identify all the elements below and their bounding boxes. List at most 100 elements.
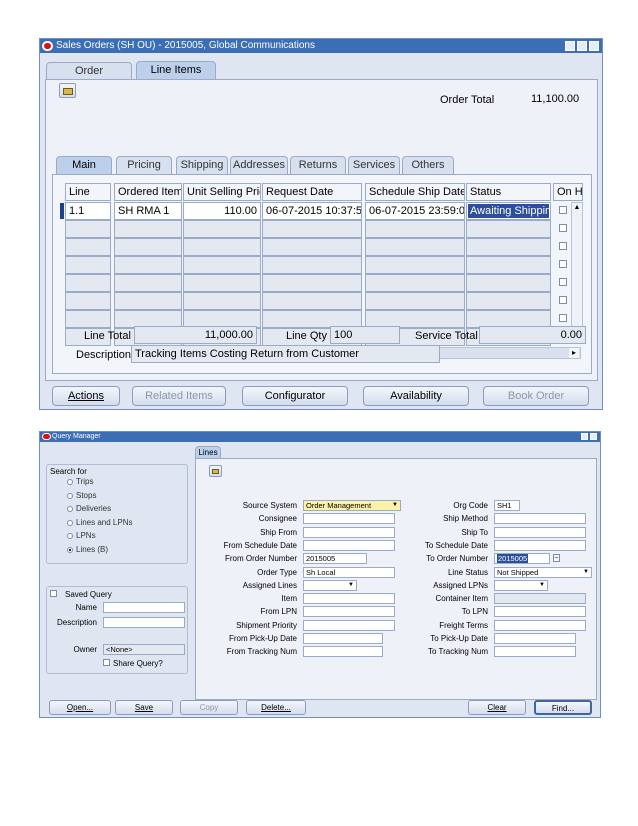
empty-cell[interactable]: [183, 238, 261, 256]
empty-cell[interactable]: [114, 292, 182, 310]
left-field-input[interactable]: Sh Local: [303, 566, 395, 578]
radio-button[interactable]: [67, 492, 73, 499]
left-field-input[interactable]: [303, 646, 383, 658]
book-order-button[interactable]: Book Order: [483, 386, 589, 406]
right-field-input[interactable]: [494, 646, 576, 658]
empty-cell[interactable]: [183, 256, 261, 274]
empty-cell[interactable]: [262, 238, 362, 256]
empty-cell[interactable]: [65, 238, 111, 256]
folder-icon[interactable]: [209, 465, 222, 477]
empty-cell[interactable]: [262, 256, 362, 274]
delete-button[interactable]: Delete...: [246, 700, 306, 715]
subtab-pricing[interactable]: Pricing: [116, 156, 172, 174]
empty-cell[interactable]: [65, 256, 111, 274]
empty-cell[interactable]: [466, 238, 551, 256]
actions-button[interactable]: Actions: [52, 386, 120, 406]
minimize-icon[interactable]: [565, 41, 575, 51]
empty-cell[interactable]: [262, 292, 362, 310]
configurator-button[interactable]: Configurator: [242, 386, 348, 406]
on-hold-checkbox[interactable]: [559, 260, 567, 268]
close-icon[interactable]: [589, 41, 599, 51]
left-field-input[interactable]: [303, 593, 395, 605]
availability-button[interactable]: Availability: [363, 386, 469, 406]
on-hold-checkbox[interactable]: [559, 242, 567, 250]
minimize-icon[interactable]: [581, 433, 588, 440]
empty-cell[interactable]: [114, 274, 182, 292]
cell-status[interactable]: Awaiting Shipping: [466, 202, 551, 220]
right-field-input[interactable]: [494, 633, 576, 644]
subtab-returns[interactable]: Returns: [290, 156, 346, 174]
empty-cell[interactable]: [183, 292, 261, 310]
empty-cell[interactable]: [365, 220, 465, 238]
radio-button[interactable]: [67, 546, 73, 553]
on-hold-checkbox[interactable]: [559, 278, 567, 286]
right-field-input[interactable]: Not Shipped: [494, 566, 592, 578]
maximize-icon[interactable]: [577, 41, 587, 51]
find-button[interactable]: Find...: [534, 700, 592, 715]
vertical-scrollbar[interactable]: ▲ ▼: [571, 202, 583, 339]
on-hold-checkbox[interactable]: [559, 206, 567, 214]
share-query-checkbox[interactable]: [103, 659, 110, 666]
radio-button[interactable]: [67, 479, 73, 485]
radio-button[interactable]: [67, 533, 73, 539]
left-field-input[interactable]: [303, 633, 383, 644]
left-field-input[interactable]: [303, 606, 395, 618]
description-input[interactable]: [103, 617, 185, 628]
radio-button[interactable]: [67, 519, 73, 526]
right-field-input[interactable]: [494, 526, 586, 538]
on-hold-checkbox[interactable]: [559, 296, 567, 304]
chevron-down-icon[interactable]: ▼: [539, 581, 545, 590]
on-hold-checkbox[interactable]: [559, 314, 567, 322]
empty-cell[interactable]: [262, 220, 362, 238]
subtab-shipping[interactable]: Shipping: [176, 156, 228, 174]
right-field-input[interactable]: [494, 606, 586, 618]
empty-cell[interactable]: [65, 292, 111, 310]
empty-cell[interactable]: [365, 256, 465, 274]
empty-cell[interactable]: [114, 256, 182, 274]
scroll-up-icon[interactable]: ▲: [573, 204, 581, 212]
cell-schedule-ship-date[interactable]: 06-07-2015 23:59:00: [365, 202, 465, 220]
empty-cell[interactable]: [365, 274, 465, 292]
tab-line-items[interactable]: Line Items: [136, 61, 216, 80]
chevron-down-icon[interactable]: ▼: [348, 581, 354, 590]
left-field-input[interactable]: [303, 619, 395, 631]
cell-line[interactable]: 1.1: [65, 202, 111, 220]
empty-cell[interactable]: [466, 256, 551, 274]
row-indicator[interactable]: [60, 203, 64, 219]
cell-unit-selling-price[interactable]: 110.00: [183, 202, 261, 220]
empty-cell[interactable]: [65, 310, 111, 328]
empty-cell[interactable]: [365, 292, 465, 310]
right-field-input[interactable]: [494, 593, 586, 605]
subtab-others[interactable]: Others: [402, 156, 454, 174]
right-field-input[interactable]: [494, 513, 586, 525]
chevron-down-icon[interactable]: ▼: [583, 568, 589, 577]
empty-cell[interactable]: [114, 238, 182, 256]
open-button[interactable]: Open...: [49, 700, 111, 715]
cell-ordered-item[interactable]: SH RMA 1: [114, 202, 182, 220]
empty-cell[interactable]: [466, 220, 551, 238]
scroll-right-icon[interactable]: ▸: [569, 348, 579, 358]
left-field-input[interactable]: [303, 539, 395, 551]
empty-cell[interactable]: [183, 220, 261, 238]
cell-request-date[interactable]: 06-07-2015 10:37:53: [262, 202, 362, 220]
close-icon[interactable]: [590, 433, 597, 440]
edit-icon[interactable]: –: [553, 554, 560, 563]
empty-cell[interactable]: [114, 220, 182, 238]
saved-query-checkbox[interactable]: [50, 590, 57, 597]
related-items-button[interactable]: Related Items: [132, 386, 226, 406]
empty-cell[interactable]: [365, 238, 465, 256]
subtab-services[interactable]: Services: [348, 156, 400, 174]
left-field-input[interactable]: [303, 526, 395, 538]
empty-cell[interactable]: [183, 274, 261, 292]
tab-lines[interactable]: Lines: [195, 446, 221, 458]
right-field-input[interactable]: [494, 619, 586, 631]
empty-cell[interactable]: [65, 220, 111, 238]
empty-cell[interactable]: [65, 274, 111, 292]
copy-button[interactable]: Copy: [180, 700, 238, 715]
folder-icon[interactable]: [59, 83, 76, 98]
name-input[interactable]: [103, 602, 185, 613]
save-button[interactable]: Save: [115, 700, 173, 715]
tab-order-information[interactable]: Order Information: [46, 62, 132, 94]
left-field-input[interactable]: Order Management: [303, 500, 401, 511]
subtab-addresses[interactable]: Addresses: [230, 156, 288, 174]
